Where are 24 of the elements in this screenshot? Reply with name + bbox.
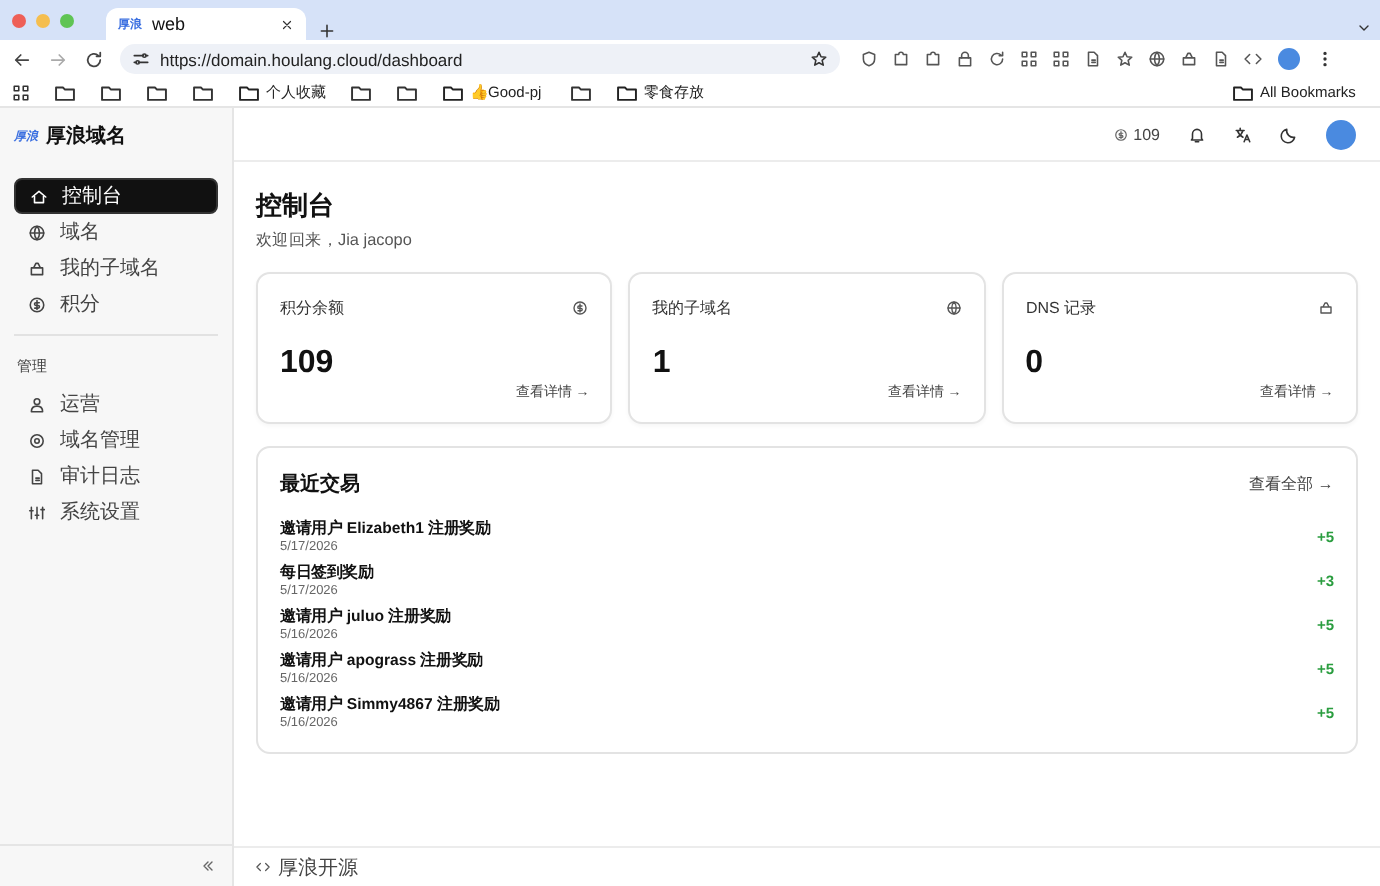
stat-label: 积分余额: [280, 297, 344, 320]
view-all-link[interactable]: 查看全部 →: [1249, 472, 1334, 496]
sidebar-item[interactable]: 运营: [14, 386, 218, 422]
stat-value: 109: [280, 346, 336, 382]
sidebar-item[interactable]: 我的子域名: [14, 250, 218, 286]
open-source-link[interactable]: 厚浪开源: [278, 853, 358, 881]
sidebar-item[interactable]: 域名管理: [14, 422, 218, 458]
points-balance[interactable]: 109: [1113, 125, 1160, 143]
sidebar-item[interactable]: 域名: [14, 214, 218, 250]
sidebar-item[interactable]: 系统设置: [14, 494, 218, 530]
sidebar-item[interactable]: 积分: [14, 286, 218, 322]
page-title: 控制台: [256, 188, 336, 224]
card-title: 最近交易: [280, 470, 360, 498]
welcome-text: 欢迎回来，Jia jacopo: [256, 229, 414, 252]
stat-value: 0: [1025, 346, 1046, 382]
sidebar-item[interactable]: 控制台: [14, 178, 218, 214]
stat-value: 1: [652, 346, 673, 382]
stat-label: 我的子域名: [652, 298, 733, 320]
url-text: https://domain.houlang.cloud/dashboard: [160, 49, 465, 69]
sidebar-item[interactable]: 审计日志: [14, 458, 218, 494]
stat-label: DNS 记录: [1025, 298, 1096, 320]
brand-name: 厚浪域名: [46, 122, 126, 149]
address-bar[interactable]: https://domain.houlang.cloud/dashboard: [120, 44, 840, 74]
tab-title: web: [152, 14, 188, 34]
